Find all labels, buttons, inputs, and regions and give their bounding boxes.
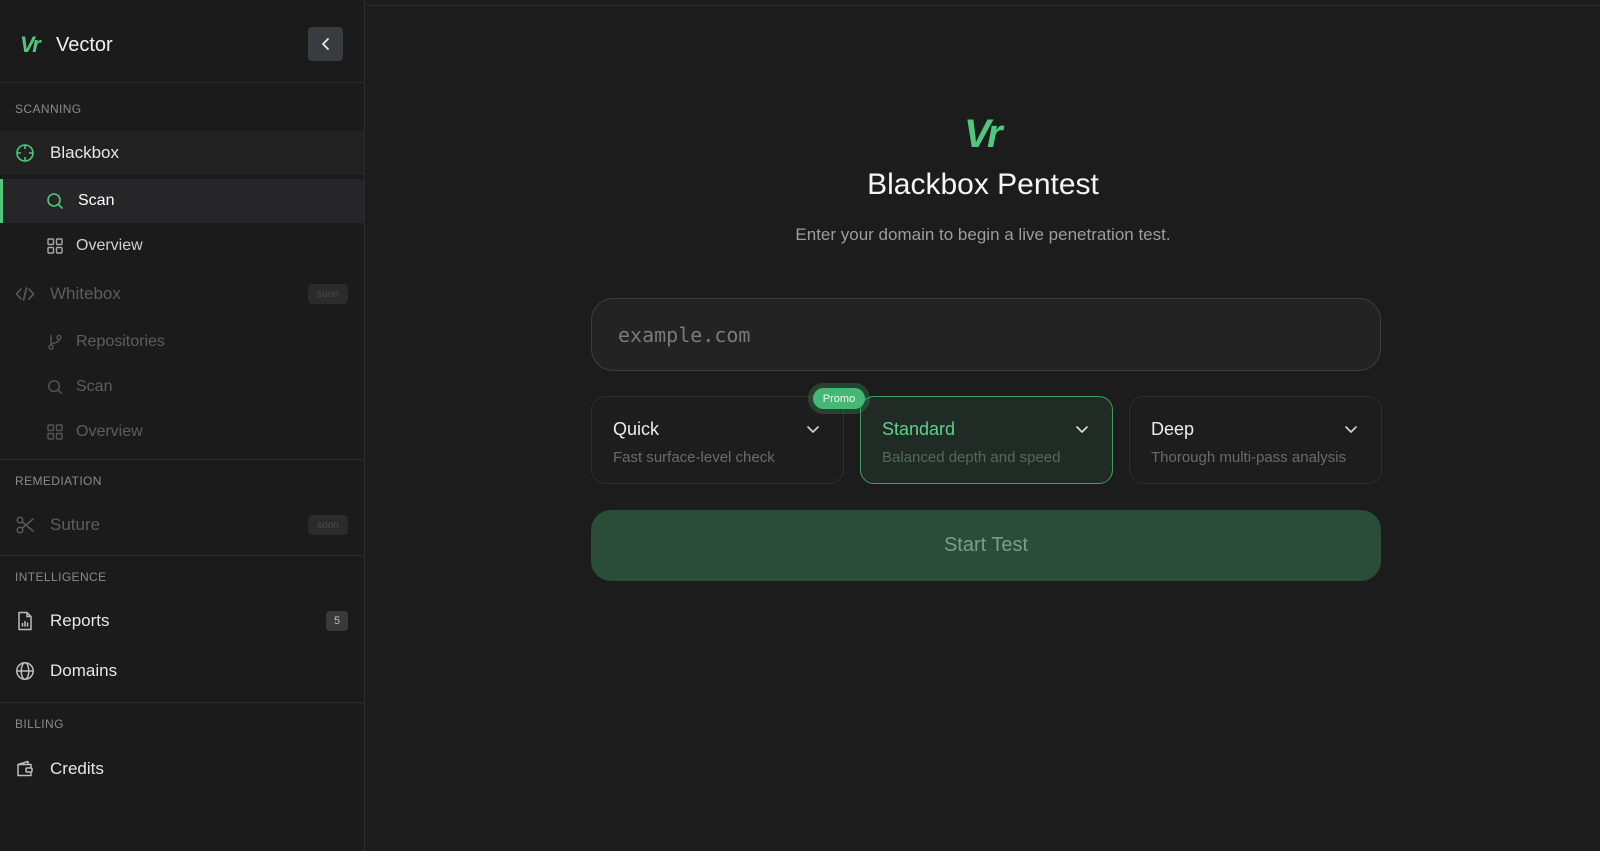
crosshair-icon [15, 143, 35, 163]
reports-count-badge: 5 [326, 611, 348, 631]
soon-badge: soon [308, 284, 348, 304]
sidebar-item-label: Overview [76, 237, 143, 254]
mode-description: Thorough multi-pass analysis [1151, 449, 1347, 466]
chevron-down-icon [807, 426, 819, 433]
divider [0, 555, 364, 556]
vector-hero-logo-icon: Vr [964, 112, 1002, 156]
mode-option-deep[interactable]: Deep Thorough multi-pass analysis [1129, 396, 1382, 484]
wallet-icon [15, 759, 35, 779]
git-branch-icon [46, 333, 64, 351]
section-label-intelligence: INTELLIGENCE [15, 570, 107, 584]
sidebar-item-reports[interactable]: Reports 5 [0, 599, 364, 643]
page-subtitle: Enter your domain to begin a live penetr… [795, 225, 1171, 244]
sidebar-item-domains[interactable]: Domains [0, 649, 364, 693]
sidebar-item-blackbox-overview[interactable]: Overview [0, 224, 364, 268]
sidebar-item-label: Reports [50, 611, 110, 630]
mode-option-quick[interactable]: Quick Fast surface-level check [591, 396, 844, 484]
soon-badge: soon [308, 515, 348, 535]
mode-title: Deep [1151, 419, 1195, 439]
sidebar-item-label: Scan [76, 378, 113, 395]
sidebar-item-label: Suture [50, 515, 101, 534]
file-chart-icon [15, 611, 35, 631]
sidebar-item-label: Whitebox [50, 284, 121, 303]
sidebar: Vr Vector SCANNING Blackbox Scan Overvie… [0, 0, 365, 851]
sidebar-item-repositories[interactable]: Repositories [0, 320, 364, 364]
search-icon [46, 378, 64, 396]
code-icon [15, 284, 35, 304]
chevron-down-icon [1076, 426, 1088, 433]
vector-logo-icon: Vr [20, 32, 41, 57]
sidebar-item-blackbox[interactable]: Blackbox [0, 131, 364, 175]
section-label-remediation: REMEDIATION [15, 474, 102, 488]
sidebar-item-whitebox-overview[interactable]: Overview [0, 410, 364, 454]
search-icon [46, 192, 64, 210]
start-test-button[interactable]: Start Test [591, 510, 1381, 581]
sidebar-item-whitebox-scan[interactable]: Scan [0, 365, 364, 409]
divider [0, 82, 364, 83]
page-title: Blackbox Pentest [867, 168, 1099, 201]
divider [0, 702, 364, 703]
section-label-billing: BILLING [15, 717, 64, 731]
globe-icon [15, 661, 35, 681]
chevron-down-icon [1345, 426, 1357, 433]
collapse-sidebar-button[interactable] [308, 27, 343, 61]
mode-description: Balanced depth and speed [882, 449, 1061, 466]
sidebar-item-label: Repositories [76, 333, 165, 350]
sidebar-item-blackbox-scan[interactable]: Scan [0, 179, 364, 223]
promo-badge: Promo [813, 388, 865, 409]
mode-title: Standard [882, 419, 956, 439]
domain-input[interactable] [591, 298, 1381, 371]
grid-icon [46, 237, 64, 255]
app-name: Vector [56, 33, 113, 56]
mode-title: Quick [613, 419, 660, 439]
brand[interactable]: Vr Vector [20, 32, 113, 57]
sidebar-item-label: Blackbox [50, 143, 119, 162]
mode-option-standard[interactable]: Standard Balanced depth and speed [860, 396, 1113, 484]
sidebar-item-suture[interactable]: Suture soon [0, 503, 364, 547]
sidebar-item-label: Domains [50, 661, 118, 680]
grid-icon [46, 423, 64, 441]
divider [0, 459, 364, 460]
scissors-icon [15, 515, 35, 535]
sidebar-item-whitebox[interactable]: Whitebox soon [0, 272, 364, 316]
sidebar-item-label: Credits [50, 759, 104, 778]
chevron-left-icon [321, 38, 329, 50]
section-label-scanning: SCANNING [15, 102, 82, 116]
mode-description: Fast surface-level check [613, 449, 775, 466]
sidebar-item-label: Scan [78, 192, 115, 209]
sidebar-item-credits[interactable]: Credits [0, 747, 364, 791]
sidebar-item-label: Overview [76, 423, 143, 440]
